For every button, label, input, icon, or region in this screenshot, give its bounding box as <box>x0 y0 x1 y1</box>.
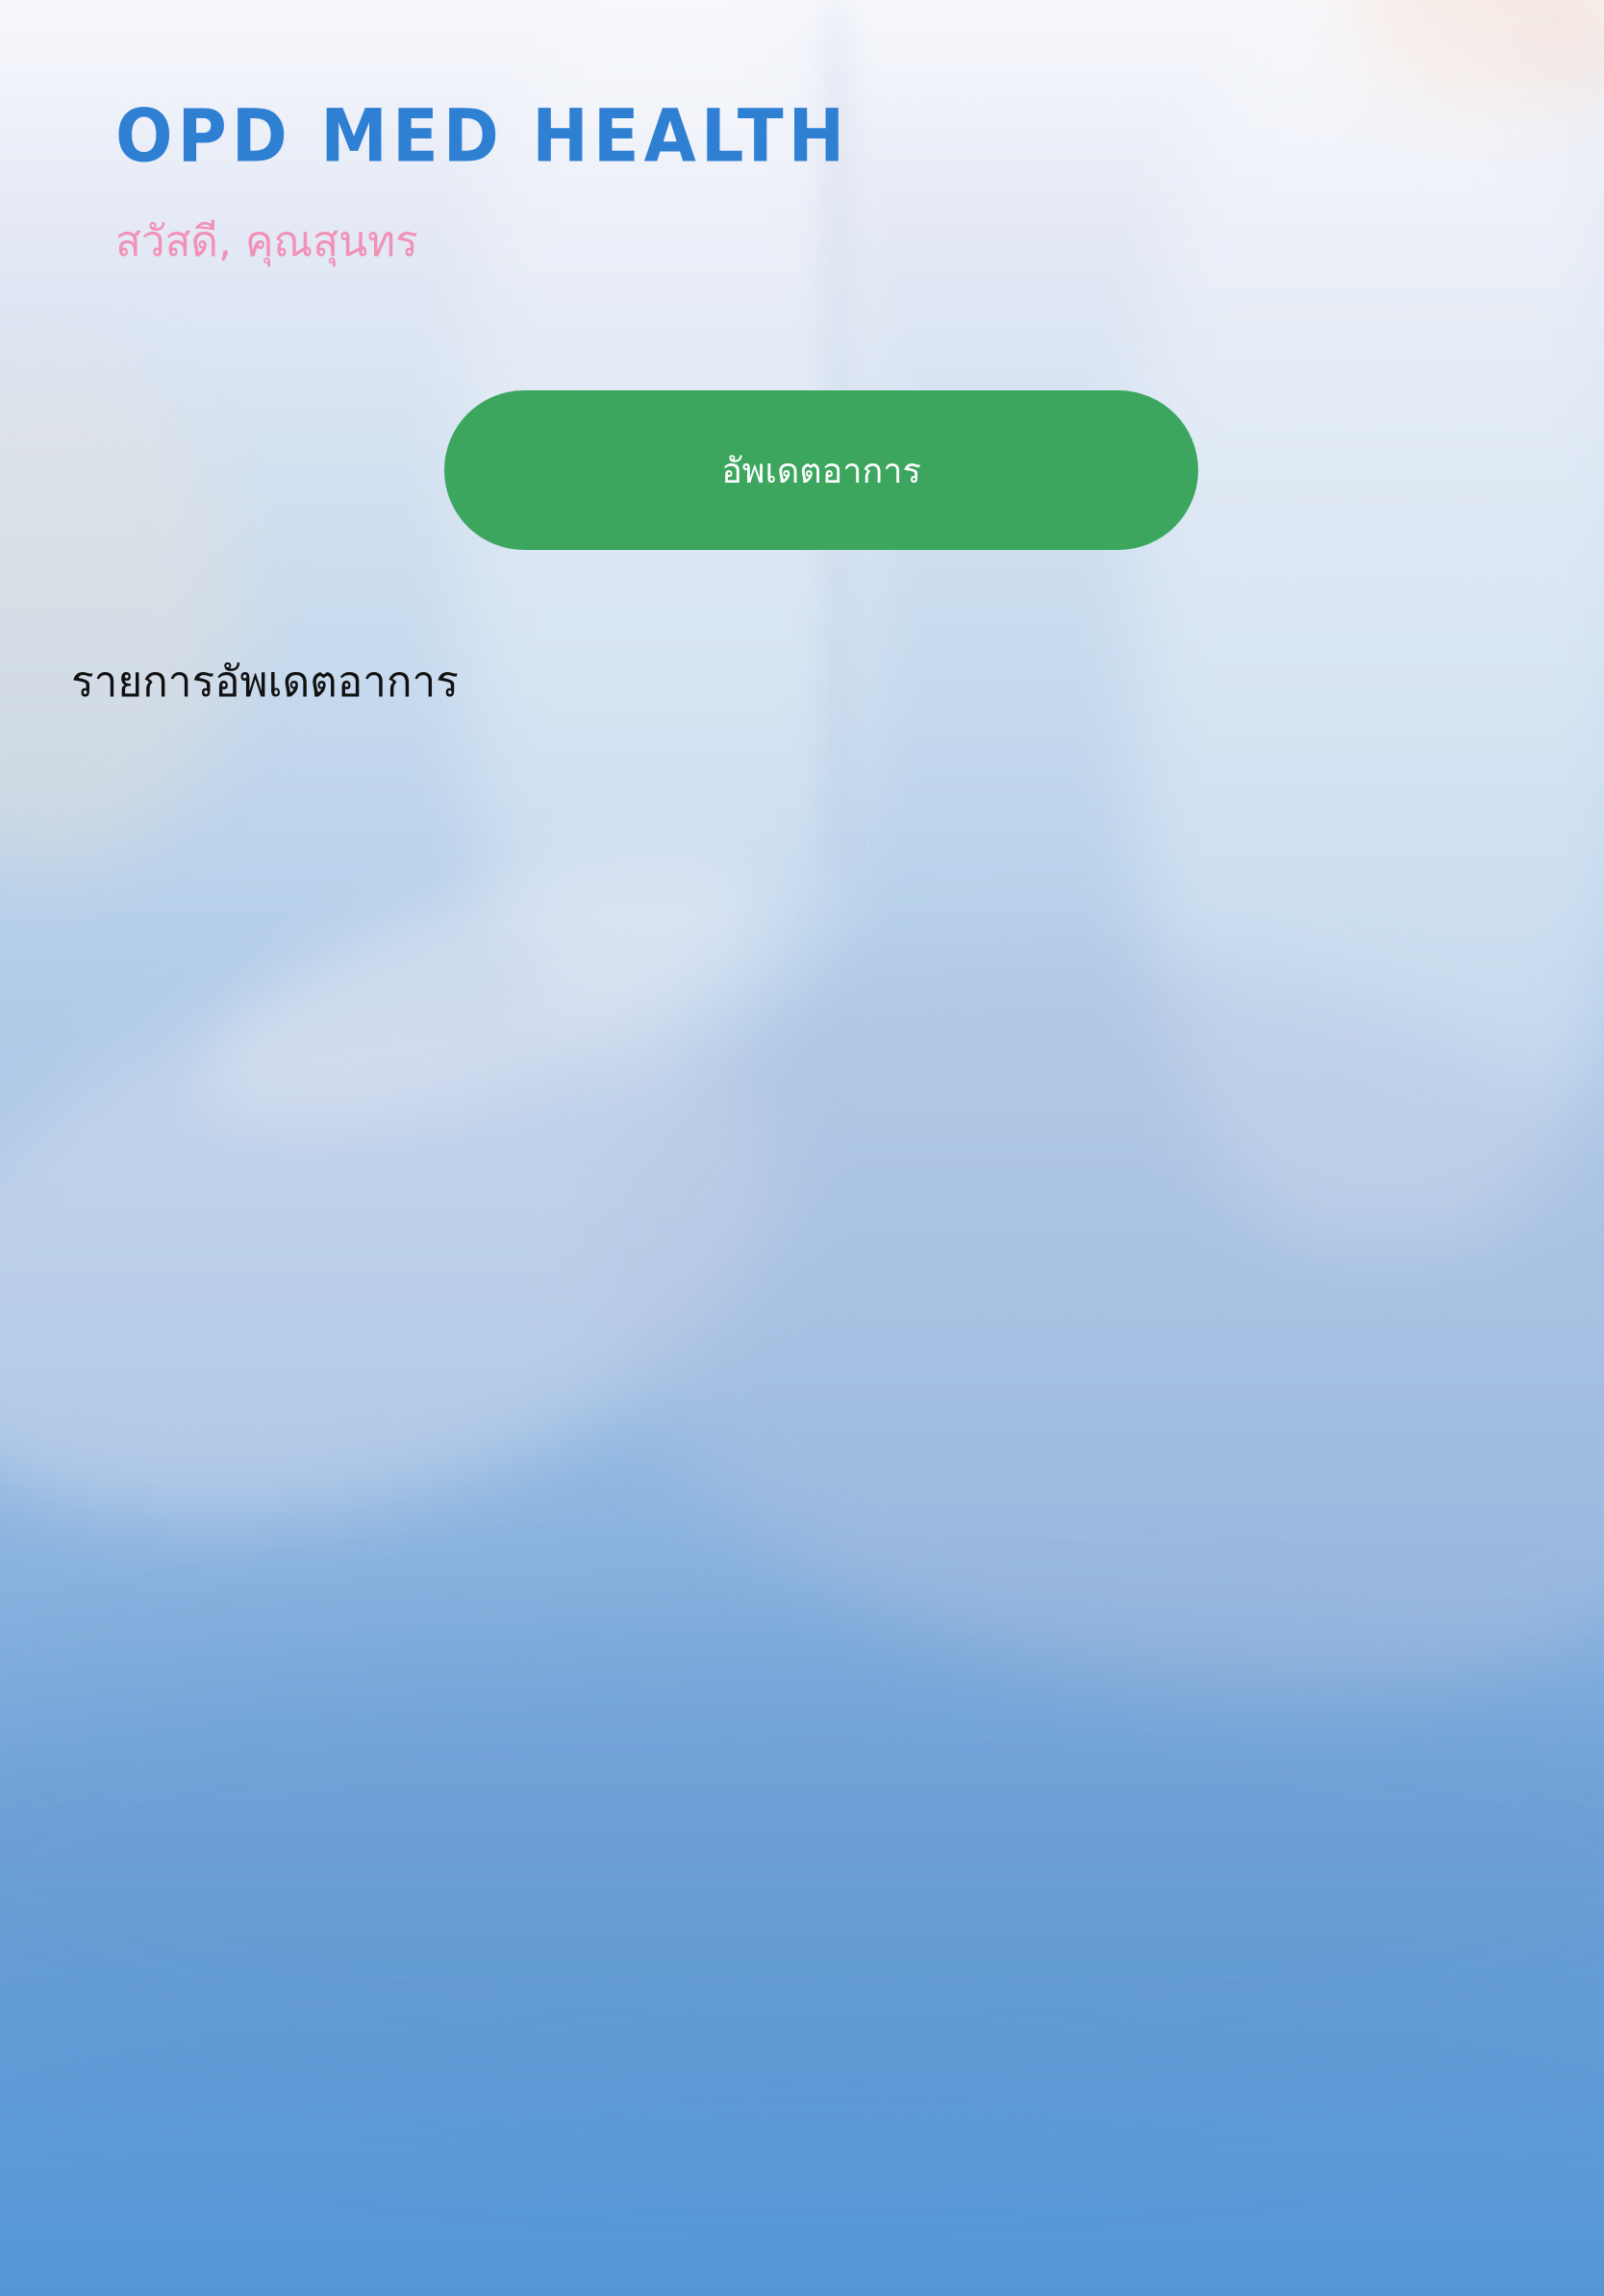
home-screen: OPD MED HEALTH สวัสดี, คุณสุนทร อัพเดตอา… <box>0 0 1604 2296</box>
greeting-text: สวัสดี, คุณสุนทร <box>115 217 418 266</box>
update-list-title: รายการอัพเดตอาการ <box>71 658 459 707</box>
update-list <box>71 740 1533 750</box>
update-symptoms-button-label: อัพเดตอาการ <box>721 451 921 491</box>
brand-title: OPD MED HEALTH <box>115 93 850 179</box>
update-symptoms-button[interactable]: อัพเดตอาการ <box>444 390 1198 550</box>
